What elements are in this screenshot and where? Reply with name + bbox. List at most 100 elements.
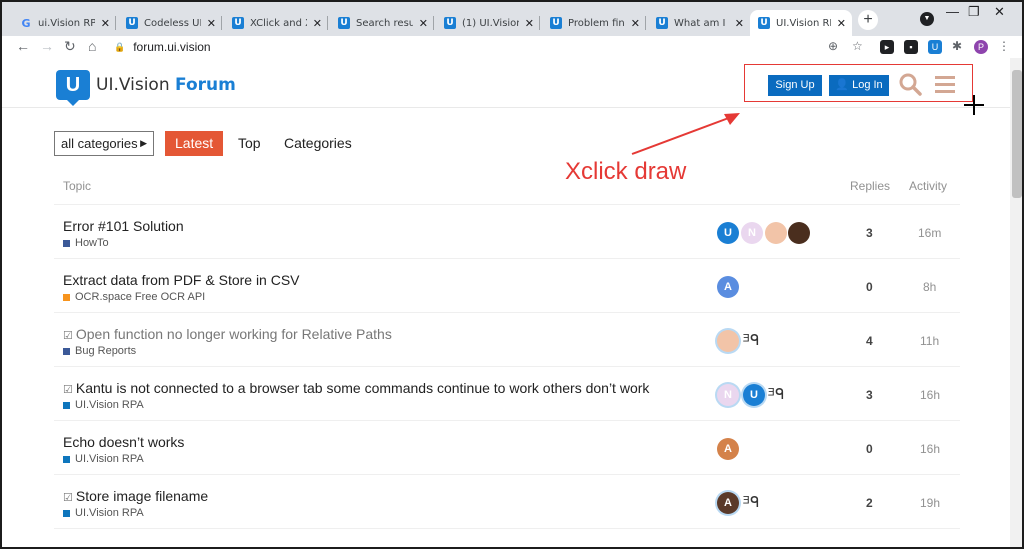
avatar[interactable]: U xyxy=(743,384,765,406)
tab-8-active[interactable]: U UI.Vision RPA ✕ xyxy=(750,10,852,36)
reload-icon[interactable]: ↻ xyxy=(64,36,76,58)
replies-count: 0 xyxy=(866,442,873,456)
avatar[interactable] xyxy=(765,222,787,244)
avatar[interactable]: U xyxy=(717,222,739,244)
topic-title-link[interactable]: Echo doesn’t works xyxy=(63,434,184,450)
close-tab-icon[interactable]: ✕ xyxy=(735,17,744,30)
crosshair-cursor-v xyxy=(973,95,975,115)
topic-title-link[interactable]: Error #101 Solution xyxy=(63,218,184,234)
log-in-button[interactable]: 👤 Log In xyxy=(829,75,889,96)
tab-7[interactable]: U What am I do ✕ xyxy=(648,10,750,36)
extensions-puzzle-icon[interactable]: ✱ xyxy=(952,36,962,58)
category-dropdown-label: all categories xyxy=(61,136,138,151)
column-header-replies[interactable]: Replies xyxy=(850,179,890,193)
checkbox-icon: ☑ xyxy=(63,492,73,504)
uivision-icon: U xyxy=(232,17,244,29)
activity-time[interactable]: 8h xyxy=(923,280,936,294)
forward-icon[interactable]: → xyxy=(40,36,54,58)
page-scrollbar[interactable] xyxy=(1010,58,1022,547)
tab-search-icon[interactable]: ▼ xyxy=(920,12,934,26)
topic-title-link[interactable]: ☑ Kantu is not connected to a browser tab… xyxy=(63,380,649,396)
address-bar[interactable]: 🔒 forum.ui.vision xyxy=(114,36,211,58)
avatar[interactable] xyxy=(717,330,739,352)
close-tab-icon[interactable]: ✕ xyxy=(101,17,110,30)
extension-grid-icon[interactable]: ▪ xyxy=(904,40,918,54)
tab-2[interactable]: U Codeless UI T ✕ xyxy=(118,10,222,36)
checkbox-icon: ☑ xyxy=(63,330,73,342)
browser-toolbar: ← → ↻ ⌂ 🔒 forum.ui.vision ⊕ ☆ ▸ ▪ U ✱ P … xyxy=(2,36,1022,58)
avatar[interactable]: N xyxy=(717,384,739,406)
avatar[interactable]: N xyxy=(741,222,763,244)
avatar-glyph[interactable]: ᴲᑫ xyxy=(743,331,761,349)
topic-title-link[interactable]: ☑ Store image filename xyxy=(63,488,208,504)
topic-title-link[interactable]: ☑ Open function no longer working for Rel… xyxy=(63,326,392,342)
close-tab-icon[interactable]: ✕ xyxy=(207,17,216,30)
home-icon[interactable]: ⌂ xyxy=(88,36,96,58)
search-icon[interactable] xyxy=(898,72,922,96)
avatar[interactable]: A xyxy=(717,492,739,514)
forum-page: U UI.Vision Forum Sign Up 👤 Log In Xclic… xyxy=(2,58,1010,547)
category-badge[interactable]: UI.Vision RPA xyxy=(63,453,144,465)
column-header-activity[interactable]: Activity xyxy=(909,179,947,193)
activity-time[interactable]: 16m xyxy=(918,226,941,240)
profile-avatar[interactable]: P xyxy=(974,40,988,54)
browser-menu-icon[interactable]: ⋮ xyxy=(998,36,1010,58)
extension-terminal-icon[interactable]: ▸ xyxy=(880,40,894,54)
minimize-button[interactable]: — xyxy=(946,4,959,19)
replies-count: 2 xyxy=(866,496,873,510)
avatar-glyph[interactable]: ᴲᑫ xyxy=(768,385,786,403)
tab-top[interactable]: Top xyxy=(238,131,261,156)
close-tab-icon[interactable]: ✕ xyxy=(525,17,534,30)
sign-up-button[interactable]: Sign Up xyxy=(768,75,822,96)
category-badge[interactable]: UI.Vision RPA xyxy=(63,399,144,411)
category-badge[interactable]: HowTo xyxy=(63,237,109,249)
bookmark-star-icon[interactable]: ☆ xyxy=(852,36,863,58)
extension-uivision-icon[interactable]: U xyxy=(928,40,942,54)
close-tab-icon[interactable]: ✕ xyxy=(313,17,322,30)
category-badge[interactable]: OCR.space Free OCR API xyxy=(63,291,205,303)
replies-count: 4 xyxy=(866,334,873,348)
install-icon[interactable]: ⊕ xyxy=(828,36,838,58)
activity-time[interactable]: 19h xyxy=(920,496,940,510)
hamburger-icon[interactable] xyxy=(934,74,956,94)
replies-count: 3 xyxy=(866,226,873,240)
column-header-topic[interactable]: Topic xyxy=(63,179,91,193)
category-badge[interactable]: UI.Vision RPA xyxy=(63,507,144,519)
uivision-icon: U xyxy=(444,17,456,29)
tab-categories[interactable]: Categories xyxy=(284,131,352,156)
avatar[interactable]: A xyxy=(717,438,739,460)
close-tab-icon[interactable]: ✕ xyxy=(631,17,640,30)
scrollbar-thumb[interactable] xyxy=(1012,70,1022,198)
activity-time[interactable]: 16h xyxy=(920,442,940,456)
tab-4[interactable]: U Search results ✕ xyxy=(330,10,434,36)
category-badge[interactable]: Bug Reports xyxy=(63,345,136,357)
topic-title-link[interactable]: Extract data from PDF & Store in CSV xyxy=(63,272,300,288)
tab-1[interactable]: G ui.Vision RPA ✕ xyxy=(12,10,116,36)
tab-title: UI.Vision RPA xyxy=(776,17,831,29)
google-icon: G xyxy=(21,16,31,30)
url-text: forum.ui.vision xyxy=(133,40,211,54)
activity-time[interactable]: 11h xyxy=(920,334,939,348)
tab-latest[interactable]: Latest xyxy=(165,131,224,156)
tab-title: Search results xyxy=(356,17,413,29)
restore-button[interactable]: ❐ xyxy=(968,4,980,20)
back-icon[interactable]: ← xyxy=(16,36,30,58)
uivision-icon: U xyxy=(656,17,668,29)
tab-5[interactable]: U (1) UI.Vision ✕ xyxy=(436,10,540,36)
avatar-glyph[interactable]: ᴲᑫ xyxy=(743,493,761,511)
tab-6[interactable]: U Problem find ✕ xyxy=(542,10,646,36)
avatar[interactable]: A xyxy=(717,276,739,298)
close-window-button[interactable]: ✕ xyxy=(994,4,1005,20)
close-tab-icon[interactable]: ✕ xyxy=(837,17,846,30)
tab-title: (1) UI.Vision xyxy=(462,17,519,29)
new-tab-button[interactable]: + xyxy=(858,10,878,30)
close-tab-icon[interactable]: ✕ xyxy=(419,17,428,30)
site-logo[interactable]: U UI.Vision Forum xyxy=(56,70,236,106)
category-dropdown[interactable]: all categories ▶ xyxy=(54,131,154,156)
tab-title: What am I do xyxy=(674,17,729,29)
activity-time[interactable]: 16h xyxy=(920,388,940,402)
tab-3[interactable]: U XClick and XI ✕ xyxy=(224,10,328,36)
avatar[interactable] xyxy=(788,222,810,244)
tab-title: ui.Vision RPA xyxy=(38,17,95,29)
tab-title: Problem find xyxy=(568,17,625,29)
